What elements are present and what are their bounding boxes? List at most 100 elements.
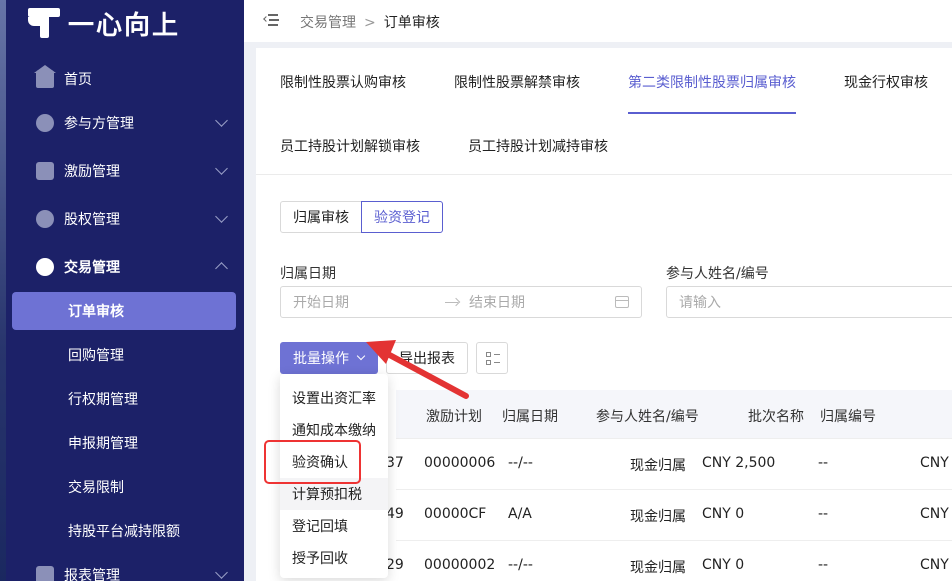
table-cell: 00000006 [424,455,496,471]
sidebar-subitem-filing-period[interactable]: 申报期管理 [12,424,236,462]
participant-filter-label: 参与人姓名/编号 [666,266,769,282]
chevron-down-icon [215,566,228,579]
table-cell: --/-- [508,455,533,471]
chevron-down-icon [215,162,228,175]
sidebar-item-home[interactable]: 首页 [12,60,236,98]
sidebar-subitem-order-review[interactable]: 订单审核 [12,292,236,330]
report-icon [36,566,54,581]
calendar-icon [615,296,629,308]
trading-icon [36,258,54,276]
table-cell: A/A [508,506,532,522]
breadcrumb: 交易管理 > 订单审核 [300,12,440,32]
sidebar-item-label: 报表管理 [64,568,120,581]
tab-cash-exercise[interactable]: 现金行权审核 [844,72,928,92]
tab-esop-reduction[interactable]: 员工持股计划减持审核 [468,136,608,156]
sidebar-subitem-label: 订单审核 [68,304,124,320]
column-settings-button[interactable] [476,342,508,374]
annotation-arrow-icon [366,340,469,399]
collapse-menu-icon[interactable] [263,14,279,26]
top-bar: 交易管理 > 订单审核 [244,0,952,42]
table-cell: -- [818,455,829,471]
segment-capital-verification[interactable]: 验资登记 [361,201,443,233]
end-date-input[interactable]: 结束日期 [469,292,525,312]
menu-item-grant-recall[interactable]: 授予回收 [280,542,388,574]
sidebar: 一心向上 首页 参与方管理 激励管理 股权管理 交易管理 订单审核 回购管理 行… [0,0,244,581]
sidebar-item-label: 激励管理 [64,164,120,180]
tab-type2-vesting[interactable]: 第二类限制性股票归属审核 [628,72,796,92]
sidebar-subitem-buyback[interactable]: 回购管理 [12,336,236,374]
chevron-down-icon [215,210,228,223]
segment-vesting-review[interactable]: 归属审核 [280,201,362,233]
sidebar-item-label: 首页 [64,72,92,88]
table-cell: CNY [920,557,949,573]
row-divider [396,540,952,541]
breadcrumb-parent[interactable]: 交易管理 [300,15,356,31]
sidebar-subitem-exercise-period[interactable]: 行权期管理 [12,380,236,418]
column-header: 激励计划 [426,409,482,425]
table-cell: 现金归属 [630,509,686,525]
column-header: 批次名称 [748,409,804,425]
menu-item-registration-backfill[interactable]: 登记回填 [280,510,388,542]
active-tab-indicator [628,112,796,114]
sidebar-item-equity[interactable]: 股权管理 [12,200,236,238]
row-divider [396,438,952,439]
table-cell: 现金归属 [630,560,686,576]
sidebar-subitem-label: 持股平台减持限额 [68,524,180,540]
tab-restricted-subscription[interactable]: 限制性股票认购审核 [280,72,406,92]
date-range-picker[interactable]: 开始日期 结束日期 [280,286,642,318]
table-cell: -- [818,506,829,522]
arrow-right-icon [445,287,461,317]
participant-input[interactable]: 请输入 [666,286,952,318]
table-cell: 29 [386,557,404,573]
column-header: 归属编号 [820,409,876,425]
table-cell: -- [818,557,829,573]
sidebar-item-incentives[interactable]: 激励管理 [12,152,236,190]
column-header: 参与人姓名/编号 [596,409,699,425]
breadcrumb-current: 订单审核 [383,15,440,31]
incentive-icon [36,162,54,180]
sidebar-item-trading[interactable]: 交易管理 [12,248,236,286]
chevron-up-icon [215,262,228,275]
table-cell: CNY 0 [702,557,745,573]
sidebar-subitem-label: 回购管理 [68,348,124,364]
start-date-input[interactable]: 开始日期 [293,292,349,312]
chevron-down-icon [215,114,228,127]
table-cell: 49 [386,506,404,522]
divider [256,174,952,175]
tab-restricted-unlock[interactable]: 限制性股票解禁审核 [454,72,580,92]
table-cell: CNY [920,506,949,522]
table-cell: CNY 2,500 [702,455,776,471]
sidebar-subitem-trade-restrictions[interactable]: 交易限制 [12,468,236,506]
table-cell: 现金归属 [630,458,686,474]
home-icon [34,65,56,88]
breadcrumb-separator: > [364,15,376,31]
participant-icon [36,114,54,132]
row-divider [396,489,952,490]
logo-mark-icon [28,8,60,38]
sidebar-subitem-label: 申报期管理 [68,436,138,452]
sidebar-subitem-label: 行权期管理 [68,392,138,408]
table-cell: 00000002 [424,557,496,573]
participant-placeholder: 请输入 [679,295,721,311]
tab-esop-unlock[interactable]: 员工持股计划解锁审核 [280,136,420,156]
annotation-highlight-box [264,440,361,484]
sidebar-item-label: 股权管理 [64,212,120,228]
sidebar-item-participants[interactable]: 参与方管理 [12,104,236,142]
equity-icon [36,210,54,228]
table-cell: CNY 0 [702,506,745,522]
table-cell: --/-- [508,557,533,573]
sidebar-subitem-label: 交易限制 [68,480,124,496]
table-cell: 37 [386,455,404,471]
app-logo: 一心向上 [28,6,181,41]
column-settings-icon [486,352,491,357]
sidebar-item-label: 参与方管理 [64,116,134,132]
date-filter-label: 归属日期 [280,266,336,282]
column-header: 归属日期 [502,409,558,425]
batch-operation-label: 批量操作 [293,351,349,367]
sidebar-item-label: 交易管理 [64,260,120,276]
logo-text: 一心向上 [68,10,181,41]
sidebar-subitem-reduction-limit[interactable]: 持股平台减持限额 [12,512,236,550]
table-cell: CNY [920,455,949,471]
table-cell: 00000CF [424,506,487,522]
sidebar-item-reports[interactable]: 报表管理 [12,556,236,581]
